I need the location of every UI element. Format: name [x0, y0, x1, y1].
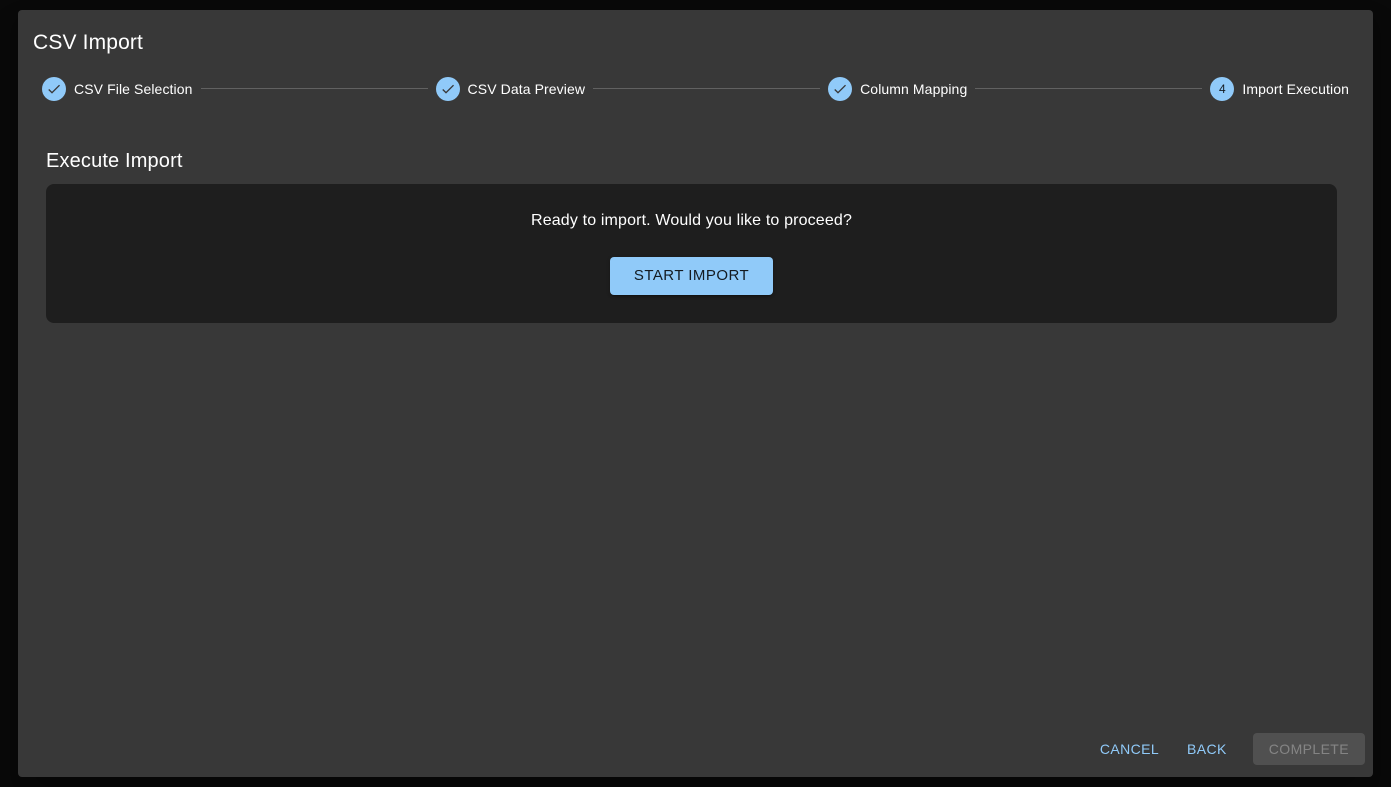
import-ready-message: Ready to import. Would you like to proce… — [531, 212, 852, 230]
step-label: Column Mapping — [860, 81, 967, 97]
section-heading: Execute Import — [46, 146, 1337, 176]
start-import-button[interactable]: START IMPORT — [610, 257, 773, 295]
import-panel: Ready to import. Would you like to proce… — [46, 184, 1337, 323]
step-number: 4 — [1219, 83, 1226, 95]
step-column-mapping: Column Mapping — [828, 77, 967, 101]
cancel-button[interactable]: CANCEL — [1090, 733, 1169, 765]
step-connector — [975, 88, 1202, 89]
step-import-execution: 4 Import Execution — [1210, 77, 1349, 101]
dialog-actions: CANCEL BACK COMPLETE — [1082, 733, 1365, 765]
step-label: Import Execution — [1242, 81, 1349, 97]
step-label: CSV Data Preview — [468, 81, 586, 97]
back-button[interactable]: BACK — [1177, 733, 1237, 765]
step-csv-data-preview: CSV Data Preview — [436, 77, 586, 101]
csv-import-dialog: CSV Import CSV File Selection CSV Data P… — [18, 10, 1373, 777]
step-connector — [201, 88, 428, 89]
step-connector — [593, 88, 820, 89]
dialog-content: Execute Import Ready to import. Would yo… — [18, 146, 1373, 323]
stepper: CSV File Selection CSV Data Preview Colu… — [18, 77, 1373, 101]
check-icon — [42, 77, 66, 101]
step-number-badge: 4 — [1210, 77, 1234, 101]
complete-button[interactable]: COMPLETE — [1253, 733, 1365, 765]
dialog-title: CSV Import — [18, 10, 1373, 69]
step-label: CSV File Selection — [74, 81, 193, 97]
check-icon — [436, 77, 460, 101]
check-icon — [828, 77, 852, 101]
step-csv-file-selection: CSV File Selection — [42, 77, 193, 101]
